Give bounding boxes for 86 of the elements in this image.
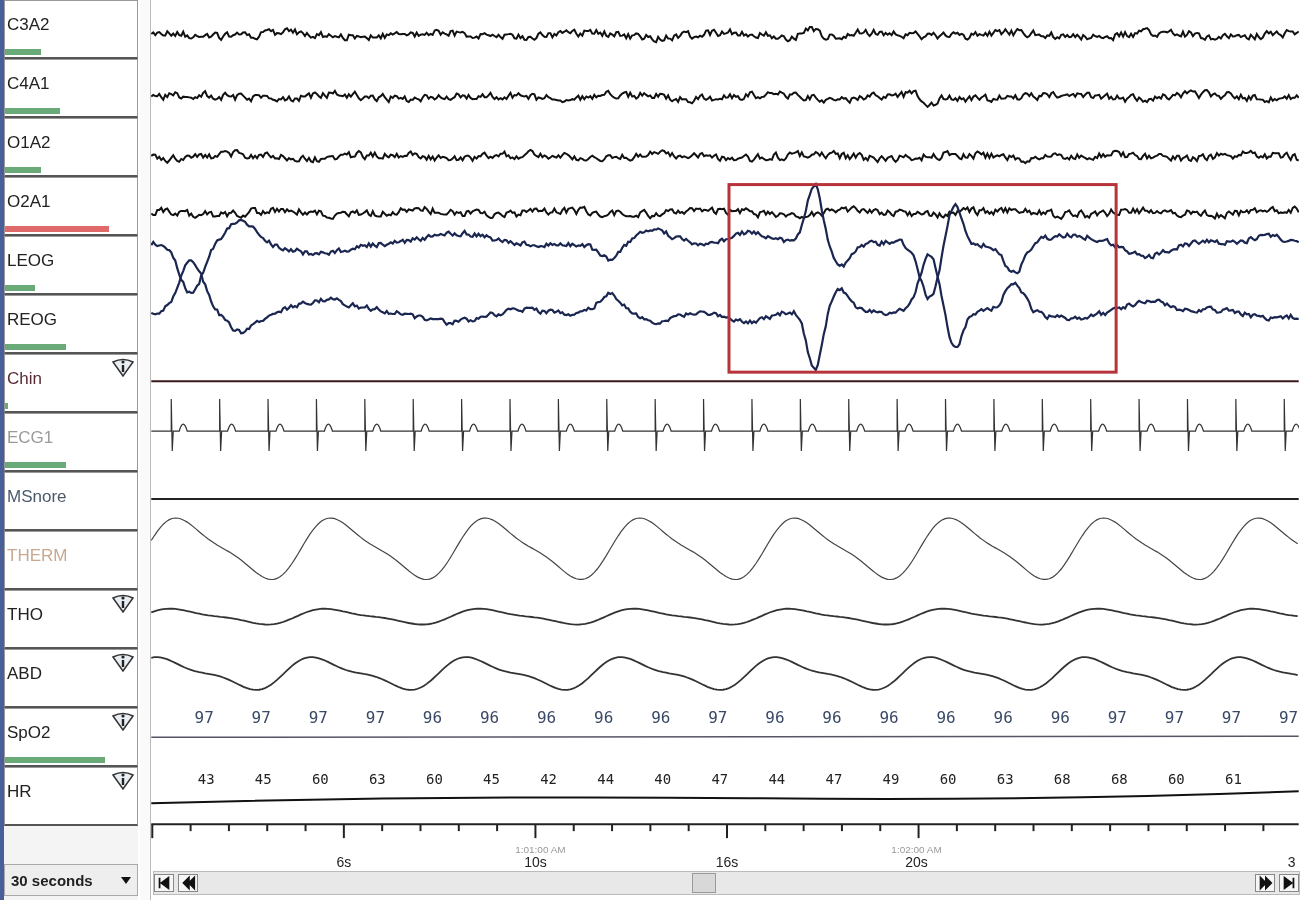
clock-label: 1:02:00 AM [891,844,942,856]
channel-name: THERM [7,546,68,565]
spo2-reading: 96 [537,708,557,728]
heart-rate-reading: 68 [1110,771,1128,788]
next-button[interactable] [1255,874,1275,892]
channel-name: THO [7,605,43,624]
vertical-scrollbar[interactable] [140,0,151,900]
channel-label[interactable]: LEOG [4,236,138,295]
channel-name: O2A1 [7,192,51,211]
heart-rate-reading: 60 [939,771,957,788]
info-icon[interactable] [111,652,135,672]
channel-label[interactable]: C3A2 [4,0,138,59]
channel-label[interactable]: HR [4,767,138,826]
scroll-thumb[interactable] [692,873,716,893]
spo2-reading: 97 [708,708,728,728]
channel-label[interactable]: O2A1 [4,177,138,236]
heart-rate-reading: 63 [996,771,1014,788]
skip-end-button[interactable] [1279,874,1299,892]
clock-label: 1:01:00 AM [515,844,566,856]
heart-rate-reading: 47 [825,771,843,788]
caret-icon [121,876,131,884]
spo2-reading: 96 [651,708,671,728]
prev-button[interactable] [178,874,198,892]
heart-rate-reading: 45 [254,771,272,788]
channel-name: HR [7,782,32,801]
epoch-dropdown[interactable]: 30 seconds [4,864,138,896]
spo2-reading: 97 [1107,708,1127,728]
heart-rate-reading: 42 [540,771,557,788]
spo2-reading: 96 [822,708,842,728]
heart-rate-reading: 47 [711,771,729,788]
spo2-reading: 96 [422,708,443,728]
channel-name: SpO2 [7,723,51,742]
info-icon[interactable] [111,770,135,790]
channel-name: C4A1 [7,74,50,93]
heart-rate-reading: 61 [1225,771,1242,788]
time-label: 6s [336,854,352,869]
heart-rate-reading: 60 [426,771,443,788]
heart-rate-reading: 40 [654,771,672,788]
channel-label[interactable]: THO [4,590,138,649]
info-icon[interactable] [111,357,135,377]
heart-rate-reading: 68 [1053,771,1071,788]
channel-name: O1A2 [7,133,51,152]
channel-name: REOG [7,310,58,329]
time-label: 20s [905,854,928,869]
spo2-reading: 97 [1221,708,1242,728]
heart-rate-reading: 44 [597,771,615,788]
heart-rate-reading: 63 [369,771,386,788]
channel-label[interactable]: SpO2 [4,708,138,767]
heart-rate-reading: 60 [1168,771,1185,788]
spo2-reading: 97 [194,708,214,728]
channel-label[interactable]: Chin [4,354,138,413]
heart-rate-reading: 44 [768,771,786,788]
channel-name: ABD [7,664,42,683]
channel-name: LEOG [7,251,55,270]
heart-rate-reading: 45 [483,771,500,788]
heart-rate-reading: 43 [197,771,215,788]
horizontal-scrollbar[interactable] [153,871,1300,895]
info-icon[interactable] [111,593,135,613]
channel-label[interactable]: C4A1 [4,59,138,118]
channel-name: ECG1 [7,428,54,447]
spo2-reading: 96 [594,708,614,728]
spo2-reading: 96 [1050,708,1070,728]
channel-name: Chin [7,369,42,388]
channel-label[interactable]: REOG [4,295,138,354]
heart-rate-reading: 60 [311,771,329,788]
channel-name: C3A2 [7,15,50,34]
channel-label[interactable]: MSnore [4,472,138,531]
spo2-reading: 96 [993,708,1013,728]
channel-name: MSnore [7,487,67,506]
spo2-reading: 97 [1278,708,1299,728]
info-icon[interactable] [111,711,135,731]
channel-label[interactable]: O1A2 [4,118,138,177]
time-label: 10s [524,854,547,869]
spo2-reading: 97 [308,708,328,728]
spo2-reading: 96 [479,708,500,728]
time-label: 16s [715,854,739,869]
heart-rate-reading: 49 [882,771,900,788]
time-label: 3 [1287,854,1296,869]
spo2-reading: 97 [365,708,385,728]
spo2-reading: 97 [1164,708,1184,728]
spo2-reading: 97 [251,708,271,728]
skip-start-button[interactable] [154,874,174,892]
spo2-reading: 96 [879,708,899,728]
spo2-reading: 96 [765,708,785,728]
spo2-reading: 96 [936,708,956,728]
channel-label[interactable]: ABD [4,649,138,708]
